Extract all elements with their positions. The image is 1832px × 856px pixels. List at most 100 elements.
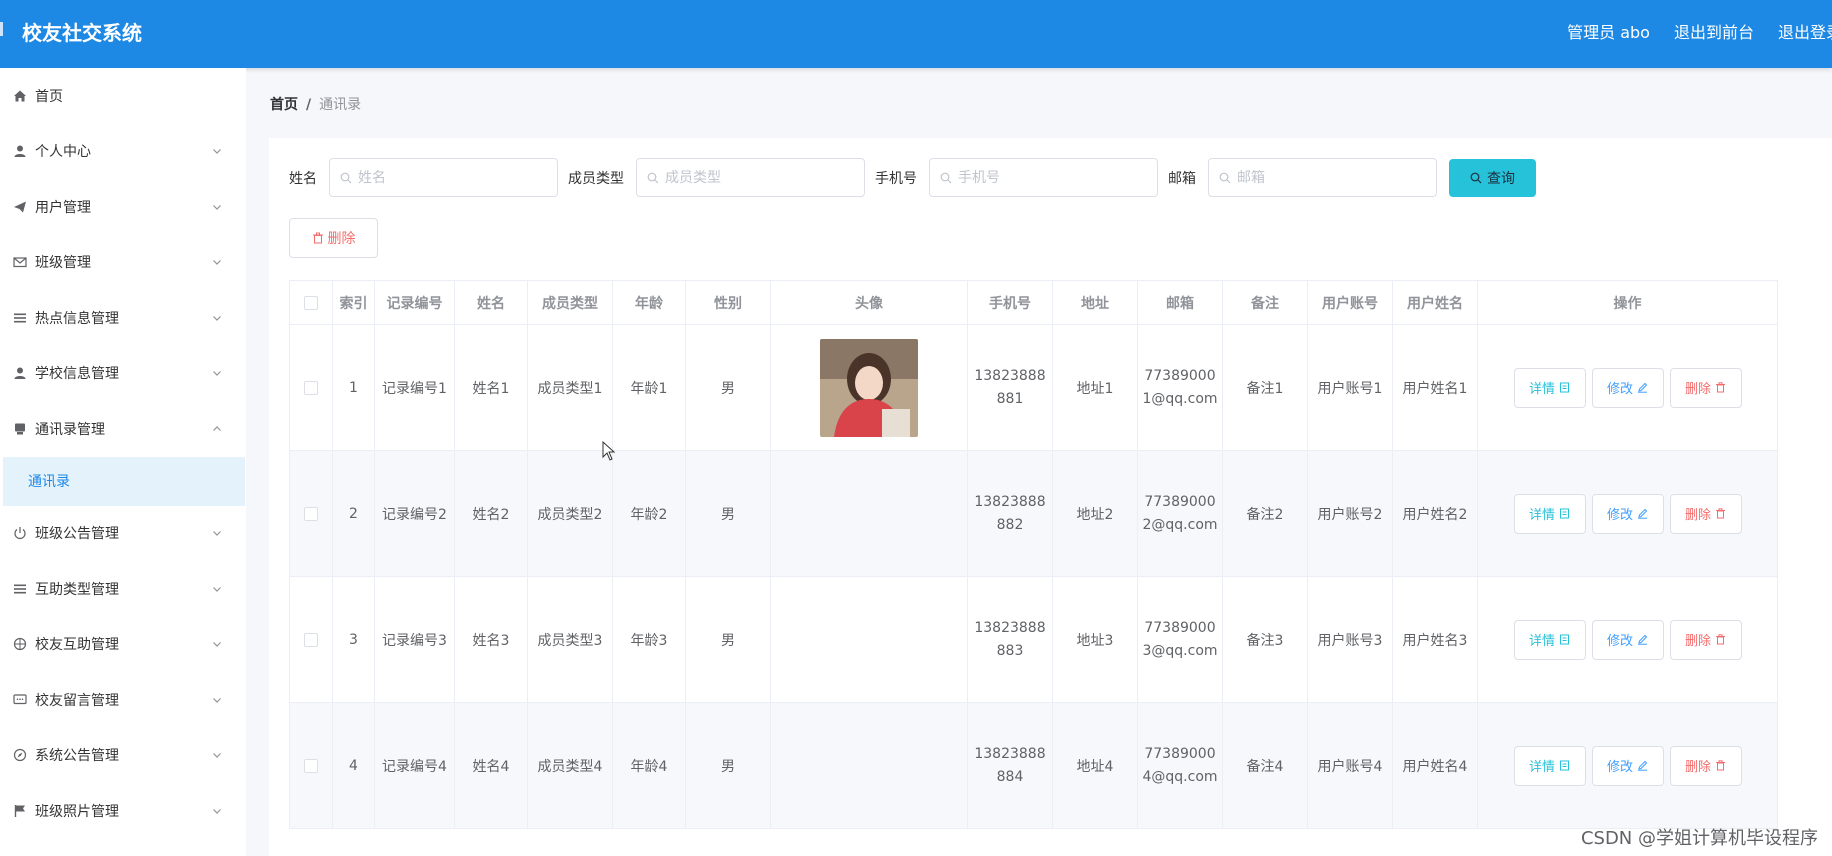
- cell-member-type: 成员类型2: [527, 450, 613, 577]
- flag-icon: [13, 804, 27, 818]
- delete-button[interactable]: 删除: [1669, 493, 1742, 534]
- admin-user-label[interactable]: 管理员 abo: [1567, 19, 1650, 43]
- row-checkbox[interactable]: [304, 632, 318, 647]
- row-select-cell[interactable]: [289, 324, 333, 451]
- detail-button[interactable]: 详情: [1513, 367, 1586, 408]
- email-input[interactable]: [1237, 169, 1417, 186]
- header-edge-mark: [0, 22, 3, 36]
- cell-record-no: 记录编号4: [374, 702, 455, 829]
- column-header: 索引: [332, 280, 375, 325]
- search-form: 姓名 成员类型 手机号 邮箱 查询: [289, 158, 1536, 197]
- cell-remark: 备注3: [1222, 576, 1308, 703]
- cell-record-no: 记录编号1: [374, 324, 455, 451]
- edit-button[interactable]: 修改: [1591, 493, 1664, 534]
- back-to-front-link[interactable]: 退出到前台: [1674, 19, 1754, 43]
- home-icon: [13, 89, 27, 103]
- row-checkbox[interactable]: [304, 380, 318, 395]
- cell-email: 773890002@qq.com: [1137, 450, 1223, 577]
- sidebar-item-label: 首页: [35, 88, 63, 105]
- contacts-table: 索引 记录编号 姓名 成员类型 年龄 性别 头像 手机号 地址 邮箱 备注 用户账号 用户姓名 操作 1记…: [289, 280, 1778, 829]
- chevron-up-icon: [210, 422, 224, 436]
- trash-icon: [1711, 382, 1726, 393]
- comment-icon: [13, 693, 27, 707]
- breadcrumb-home[interactable]: 首页: [270, 97, 298, 113]
- bookmark-icon: [13, 422, 27, 436]
- sidebar-item[interactable]: 校友互助管理: [0, 617, 246, 673]
- select-all-checkbox[interactable]: [304, 295, 318, 310]
- cell-member-type: 成员类型1: [527, 324, 613, 451]
- crosshair-icon: [13, 637, 27, 651]
- cell-account: 用户账号2: [1307, 450, 1393, 577]
- cell-name: 姓名3: [454, 576, 528, 703]
- cell-remark: 备注4: [1222, 702, 1308, 829]
- compass-icon: [13, 748, 27, 762]
- sidebar-item[interactable]: 通讯录管理: [0, 401, 246, 457]
- sidebar-item[interactable]: 个人中心: [0, 124, 246, 180]
- sidebar-item-label: 互助类型管理: [35, 581, 119, 598]
- cell-user-name: 用户姓名3: [1392, 576, 1478, 703]
- row-checkbox[interactable]: [304, 758, 318, 773]
- phone-field[interactable]: [929, 158, 1158, 197]
- cell-avatar: [770, 702, 968, 829]
- detail-button[interactable]: 详情: [1513, 745, 1586, 786]
- edit-button[interactable]: 修改: [1591, 367, 1664, 408]
- trash-icon: [1711, 634, 1726, 645]
- search-icon: [647, 172, 659, 183]
- sidebar-subitem-contacts[interactable]: 通讯录: [3, 456, 245, 506]
- row-select-cell[interactable]: [289, 576, 333, 703]
- query-button[interactable]: 查询: [1449, 158, 1536, 197]
- sidebar-item[interactable]: 班级公告管理: [0, 506, 246, 562]
- delete-button[interactable]: 删除: [1669, 745, 1742, 786]
- sidebar-item[interactable]: 热点信息管理: [0, 290, 246, 346]
- sidebar-item[interactable]: 班级照片管理: [0, 783, 246, 839]
- cell-name: 姓名1: [454, 324, 528, 451]
- sidebar-item-label: 校友互助管理: [35, 637, 119, 654]
- detail-button[interactable]: 详情: [1513, 493, 1586, 534]
- row-select-cell[interactable]: [289, 450, 333, 577]
- column-header: 操作: [1477, 280, 1778, 325]
- edit-button[interactable]: 修改: [1591, 619, 1664, 660]
- sidebar-item[interactable]: 互助类型管理: [0, 561, 246, 617]
- phone-input[interactable]: [958, 169, 1138, 186]
- list-icon: [13, 311, 27, 325]
- edit-label: 修改: [1606, 382, 1633, 397]
- sidebar-item-label: 通讯录管理: [35, 421, 105, 438]
- delete-button[interactable]: 删除: [1669, 367, 1742, 408]
- column-header: 用户账号: [1307, 280, 1393, 325]
- detail-button[interactable]: 详情: [1513, 619, 1586, 660]
- cell-actions: 详情 修改 删除: [1477, 576, 1778, 703]
- logout-link[interactable]: 退出登录: [1778, 19, 1832, 43]
- cell-user-name: 用户姓名2: [1392, 450, 1478, 577]
- sidebar-item[interactable]: 校友留言管理: [0, 672, 246, 728]
- sidebar-item[interactable]: 班级管理: [0, 235, 246, 291]
- cell-phone: 13823888881: [967, 324, 1053, 451]
- chevron-down-icon: [210, 748, 224, 762]
- cell-gender: 男: [685, 702, 771, 829]
- name-input[interactable]: [358, 169, 538, 186]
- sidebar-item-label: 班级管理: [35, 255, 91, 272]
- cell-address: 地址2: [1052, 450, 1138, 577]
- member-type-input[interactable]: [665, 169, 845, 186]
- breadcrumb: 首页 / 通讯录: [270, 94, 361, 114]
- sidebar-item[interactable]: 首页: [0, 68, 246, 124]
- avatar[interactable]: [820, 338, 918, 437]
- cell-user-name: 用户姓名4: [1392, 702, 1478, 829]
- member-type-field[interactable]: [636, 158, 865, 197]
- cell-actions: 详情 修改 删除: [1477, 450, 1778, 577]
- batch-delete-button[interactable]: 删除: [289, 218, 378, 258]
- cell-index: 4: [332, 702, 375, 829]
- sidebar-item[interactable]: 用户管理: [0, 179, 246, 235]
- email-field[interactable]: [1208, 158, 1437, 197]
- cell-remark: 备注2: [1222, 450, 1308, 577]
- sidebar-item[interactable]: 学校信息管理: [0, 346, 246, 402]
- row-checkbox[interactable]: [304, 506, 318, 521]
- name-field[interactable]: [329, 158, 558, 197]
- cell-actions: 详情 修改 删除: [1477, 324, 1778, 451]
- cell-phone: 13823888882: [967, 450, 1053, 577]
- sidebar-item[interactable]: 系统公告管理: [0, 728, 246, 784]
- edit-button[interactable]: 修改: [1591, 745, 1664, 786]
- row-select-cell[interactable]: [289, 702, 333, 829]
- cell-member-type: 成员类型4: [527, 702, 613, 829]
- delete-button[interactable]: 删除: [1669, 619, 1742, 660]
- select-all-cell[interactable]: [289, 280, 333, 325]
